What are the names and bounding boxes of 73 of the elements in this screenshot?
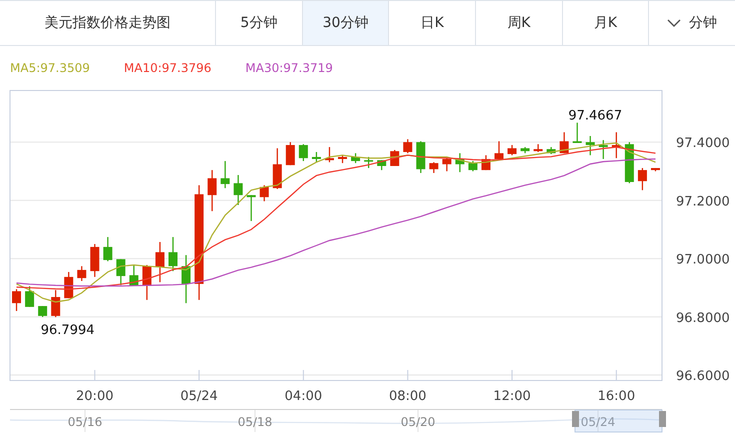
candlestick	[468, 161, 478, 172]
candlestick	[12, 289, 22, 311]
candlestick	[129, 265, 138, 286]
candlestick	[77, 266, 86, 281]
candlestick	[182, 255, 191, 304]
moving-average-value: MA30:97.3719	[245, 61, 333, 75]
candlestick	[403, 139, 412, 154]
period-tab[interactable]: 30分钟	[302, 1, 390, 45]
chevron-down-icon	[667, 18, 682, 28]
candlestick	[298, 144, 308, 162]
candlestick	[338, 155, 348, 164]
candlestick	[351, 153, 360, 164]
candlestick	[508, 145, 517, 156]
candlestick	[155, 242, 164, 282]
candlestick	[25, 286, 34, 307]
navigator-date-label: 05/18	[238, 415, 272, 429]
price-annotation: 97.4667	[568, 108, 622, 124]
candlestick	[520, 147, 530, 154]
candlestick	[246, 195, 256, 222]
candlestick	[103, 237, 112, 262]
candlestick	[494, 141, 504, 159]
candlestick	[612, 132, 621, 158]
price-annotation: 96.7994	[40, 323, 95, 338]
candlestick	[598, 140, 608, 159]
navigator-date-label: 05/24	[580, 415, 616, 429]
navigator-range[interactable]	[574, 410, 662, 432]
x-axis-label: 08:00	[388, 389, 426, 404]
navigator-date-label: 05/20	[400, 415, 436, 429]
candlestick	[208, 170, 217, 212]
candlestick	[312, 152, 321, 162]
candlestick	[286, 142, 295, 166]
candlestick	[260, 185, 269, 202]
y-axis-label: 96.8000	[676, 310, 730, 326]
range-handle[interactable]	[572, 411, 579, 427]
x-axis-label: 04:00	[284, 389, 322, 404]
candlestick	[481, 155, 490, 170]
candlestick	[90, 244, 100, 277]
y-axis-label: 97.4000	[676, 136, 730, 152]
candlestick	[624, 142, 634, 184]
candlestick	[220, 161, 230, 188]
moving-average-value: MA5:97.3509	[10, 61, 90, 75]
candlestick	[416, 141, 426, 173]
candlestick	[650, 168, 660, 172]
candlestick	[638, 168, 647, 190]
candlestick	[377, 160, 386, 170]
candlestick	[572, 122, 582, 143]
candlestick	[168, 237, 178, 272]
candlestick	[429, 162, 438, 173]
x-axis-label: 05/24	[180, 389, 218, 404]
moving-average-value: MA10:97.3796	[124, 61, 212, 75]
candlestick	[534, 144, 543, 152]
candlestick	[142, 265, 152, 300]
candlestick	[116, 259, 126, 286]
candlestick	[38, 306, 48, 317]
candlestick	[560, 132, 569, 154]
candlestick	[455, 153, 464, 172]
candlestick	[586, 136, 595, 156]
x-axis-label: 16:00	[598, 389, 636, 404]
candlestick	[51, 290, 60, 318]
y-axis-label: 96.6000	[676, 369, 730, 384]
x-axis-label: 12:00	[493, 389, 531, 404]
x-axis-label: 20:00	[76, 389, 114, 404]
candlestick	[64, 272, 74, 298]
navigator-date-label: 05/16	[68, 415, 102, 429]
candlestick	[546, 147, 556, 154]
candlestick	[442, 158, 452, 172]
candlestick	[272, 148, 282, 189]
y-axis-label: 97.0000	[676, 252, 730, 268]
candlestick	[364, 156, 374, 168]
candlestick	[324, 147, 334, 162]
range-handle[interactable]	[659, 411, 666, 427]
y-axis-label: 97.2000	[676, 194, 730, 210]
candlestick	[234, 175, 243, 205]
